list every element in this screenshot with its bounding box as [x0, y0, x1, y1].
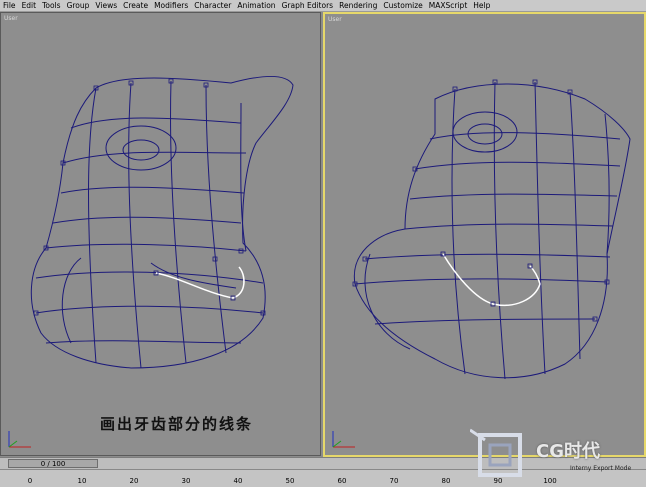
tick-label: 60: [337, 477, 347, 485]
tick-label: 80: [441, 477, 451, 485]
tick-label: 20: [129, 477, 139, 485]
menu-create[interactable]: Create: [120, 0, 151, 11]
tick-label: 0: [27, 477, 33, 485]
time-slider[interactable]: 0 / 100: [8, 459, 98, 468]
menu-tools[interactable]: Tools: [39, 0, 63, 11]
wireframe-mesh-left: [30, 76, 294, 369]
menu-animation[interactable]: Animation: [234, 0, 278, 11]
mode-text: Interny Export Mode: [570, 465, 632, 472]
viewport-left[interactable]: User: [0, 12, 321, 456]
axis-gizmo-icon: [8, 431, 31, 448]
viewport-right-active[interactable]: User: [323, 12, 646, 457]
menu-character[interactable]: Character: [191, 0, 234, 11]
menu-customize[interactable]: Customize: [380, 0, 425, 11]
tick-label: 50: [285, 477, 295, 485]
axis-gizmo-icon: [332, 431, 355, 448]
tick-label: 10: [77, 477, 87, 485]
tick-label: 70: [389, 477, 399, 485]
menu-modifiers[interactable]: Modifiers: [151, 0, 191, 11]
menu-file[interactable]: File: [0, 0, 19, 11]
tutorial-caption: 画出牙齿部分的线条: [100, 415, 254, 433]
menu-views[interactable]: Views: [92, 0, 120, 11]
tick-label: 30: [181, 477, 191, 485]
menu-rendering[interactable]: Rendering: [336, 0, 380, 11]
menu-group[interactable]: Group: [64, 0, 93, 11]
logo-text: CG时代: [536, 441, 600, 462]
menu-help[interactable]: Help: [470, 0, 493, 11]
tick-label: 40: [233, 477, 243, 485]
menu-graph-editors[interactable]: Graph Editors: [279, 0, 337, 11]
wireframe-mesh-right: [352, 79, 631, 380]
menu-edit[interactable]: Edit: [19, 0, 40, 11]
menu-bar: File Edit Tools Group Views Create Modif…: [0, 0, 646, 12]
menu-maxscript[interactable]: MAXScript: [426, 0, 471, 11]
